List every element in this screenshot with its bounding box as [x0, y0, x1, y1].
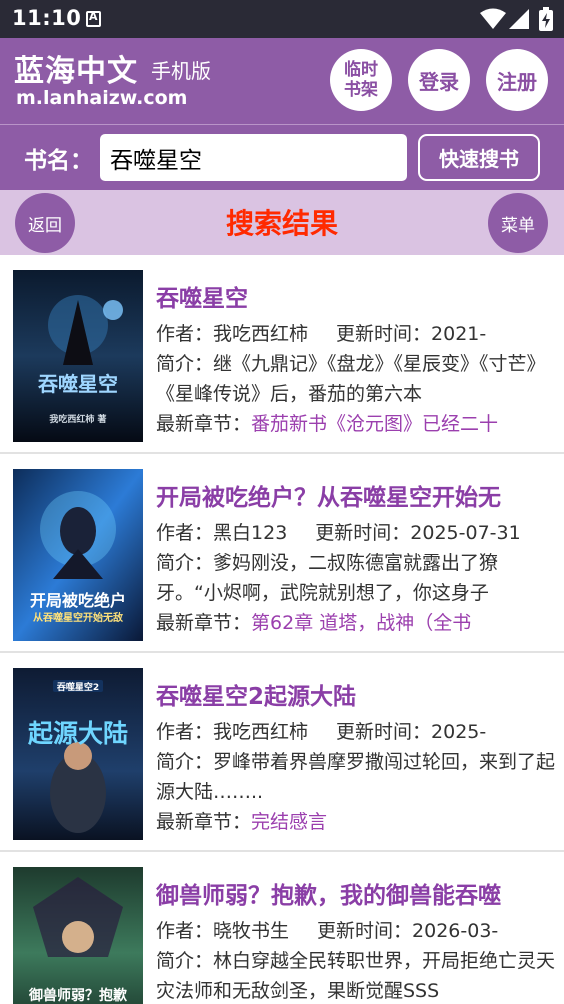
status-time: 11:10: [12, 6, 82, 30]
book-update-time: 2021-: [431, 323, 487, 345]
result-title-bar: 返回 搜索结果 菜单: [0, 190, 564, 255]
status-bar: 11:10: [0, 0, 564, 38]
book-cover[interactable]: 御兽师弱？抱歉: [13, 867, 143, 1004]
book-intro: 简介：林白穿越全民转职世界，开局拒绝亡灵天灾法师和无敌剑圣，果断觉醒SSS: [156, 950, 556, 1002]
book-cover[interactable]: 开局被吃绝户 从吞噬星空开始无敌: [13, 469, 143, 641]
book-author: 我吃西红柿: [213, 323, 309, 345]
menu-button[interactable]: 菜单: [488, 193, 548, 253]
result-item[interactable]: 开局被吃绝户 从吞噬星空开始无敌 开局被吃绝户？从吞噬星空开始无 作者：黑白12…: [0, 454, 564, 653]
quick-search-button[interactable]: 快速搜书: [418, 134, 540, 181]
page-title: 搜索结果: [225, 207, 338, 240]
book-update-time: 2025-: [431, 721, 487, 743]
sim-notification-icon: [86, 10, 101, 27]
register-button[interactable]: 注册: [486, 49, 548, 111]
book-cover[interactable]: 起源大陆 吞噬星空2: [13, 668, 143, 840]
result-item[interactable]: 吞噬星空 我吃西红柿 著 吞噬星空 作者：我吃西红柿 更新时间：2021- 简介：…: [0, 255, 564, 454]
cover-title: 吞噬星空: [38, 372, 118, 396]
book-update-time: 2026-03-: [412, 920, 499, 942]
book-update-time: 2025-07-31: [410, 522, 521, 544]
battery-icon: [539, 7, 553, 31]
temp-bookshelf-button[interactable]: 临时书架: [330, 49, 392, 111]
book-title[interactable]: 御兽师弱？抱歉，我的御兽能吞噬: [156, 876, 501, 910]
latest-chapter-link[interactable]: 第62章 道塔，战神（全书: [251, 612, 471, 634]
wifi-icon: [480, 8, 506, 29]
cover-author: 我吃西红柿 著: [49, 415, 107, 425]
book-title[interactable]: 开局被吃绝户？从吞噬星空开始无: [156, 478, 501, 512]
cover-title: 起源大陆: [27, 719, 128, 748]
login-button[interactable]: 登录: [408, 49, 470, 111]
search-label: 书名：: [24, 148, 93, 174]
book-intro: 简介：爹妈刚没，二叔陈德富就露出了獠牙。“小烬啊，武院就别想了，你这身子: [156, 552, 499, 604]
cover-title: 御兽师弱？抱歉: [29, 988, 127, 1004]
book-cover[interactable]: 吞噬星空 我吃西红柿 著: [13, 270, 143, 442]
book-latest-row: 最新章节：番茄新书《沧元图》已经二十: [156, 413, 499, 435]
book-intro: 简介：继《九鼎记》《盘龙》《星辰变》《寸芒》《星峰传说》后，番茄的第六本: [156, 353, 546, 405]
latest-chapter-link[interactable]: 完结感言: [251, 811, 327, 833]
book-author-row: 作者：黑白123 更新时间：2025-07-31: [156, 522, 521, 544]
book-latest-row: 最新章节：第62章 道塔，战神（全书: [156, 612, 472, 634]
search-result-list: 吞噬星空 我吃西红柿 著 吞噬星空 作者：我吃西红柿 更新时间：2021- 简介：…: [0, 255, 564, 1004]
site-logo-text[interactable]: 蓝海中文: [14, 46, 138, 90]
book-author: 我吃西红柿: [213, 721, 309, 743]
cover-subtitle: 从吞噬星空开始无敌: [33, 613, 123, 624]
latest-chapter-link[interactable]: 番茄新书《沧元图》已经二十: [251, 413, 498, 435]
site-url: m.lanhaizw.com: [16, 87, 188, 109]
site-header: 蓝海中文 手机版 m.lanhaizw.com 临时书架 登录 注册: [0, 38, 564, 124]
site-subtitle: 手机版: [151, 59, 211, 83]
cover-subtitle: 吞噬星空2: [56, 683, 100, 693]
book-author-row: 作者：我吃西红柿 更新时间：2021-: [156, 323, 487, 345]
result-item[interactable]: 起源大陆 吞噬星空2 吞噬星空2起源大陆 作者：我吃西红柿 更新时间：2025- …: [0, 653, 564, 852]
book-author: 晓牧书生: [213, 920, 290, 942]
search-bar: 书名： 快速搜书: [0, 124, 564, 190]
book-intro: 简介：罗峰带着界兽摩罗撒闯过轮回，来到了起源大陆……..: [156, 751, 556, 803]
cover-title: 开局被吃绝户: [29, 591, 126, 610]
book-author-row: 作者：晓牧书生 更新时间：2026-03-: [156, 920, 499, 942]
result-item[interactable]: 御兽师弱？抱歉 御兽师弱？抱歉，我的御兽能吞噬 作者：晓牧书生 更新时间：2026…: [0, 852, 564, 1004]
search-input[interactable]: [100, 134, 407, 181]
book-latest-row: 最新章节：完结感言: [156, 811, 328, 833]
book-title[interactable]: 吞噬星空: [156, 279, 248, 313]
book-title[interactable]: 吞噬星空2起源大陆: [156, 677, 356, 711]
book-author: 黑白123: [213, 522, 288, 544]
signal-icon: [509, 9, 529, 29]
book-author-row: 作者：我吃西红柿 更新时间：2025-: [156, 721, 487, 743]
